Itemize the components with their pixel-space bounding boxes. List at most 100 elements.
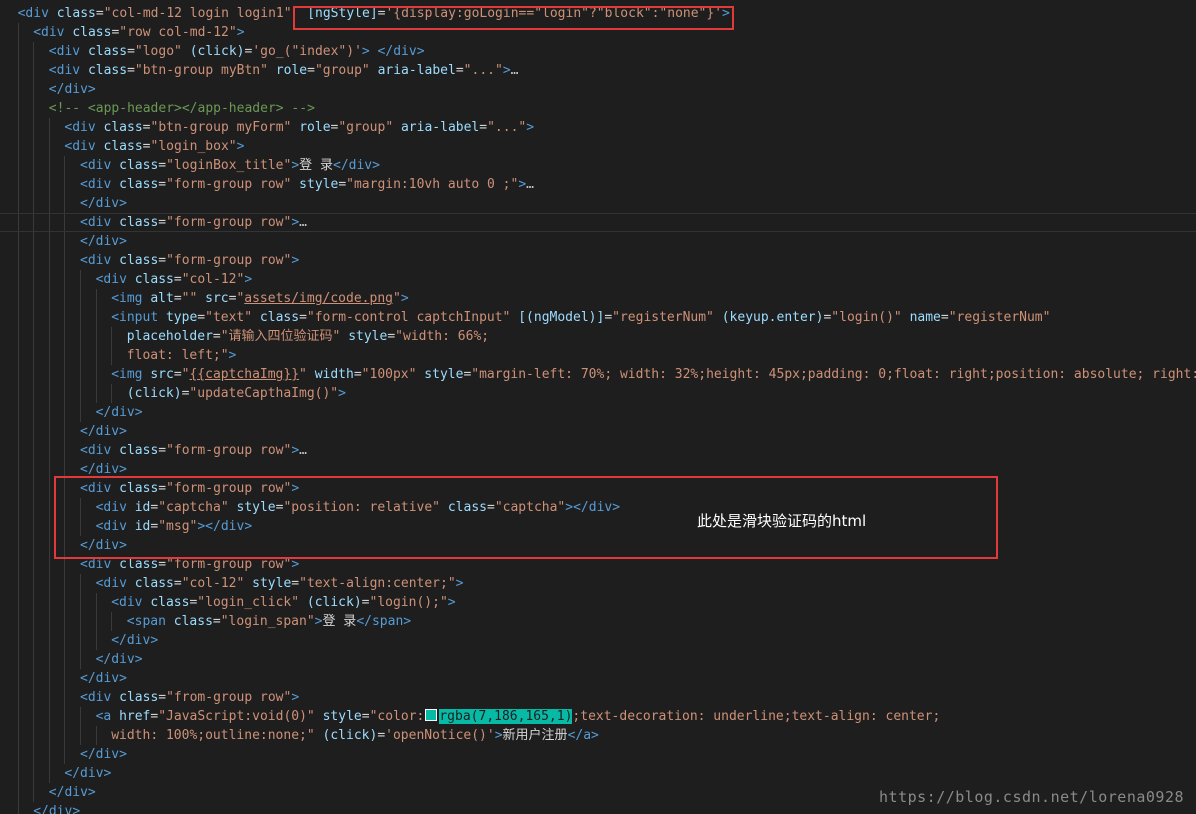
indent-guide [17, 612, 19, 631]
code-line[interactable]: <div class="col-12"> [0, 270, 1196, 289]
code-line[interactable]: </div> [0, 194, 1196, 213]
tag-token: <div [48, 63, 88, 78]
code-line[interactable]: <span class="login_span">登 录</span> [0, 612, 1196, 631]
code-line[interactable]: </div> [0, 422, 1196, 441]
tag-token: <div [95, 272, 135, 287]
indent-guide [48, 555, 50, 574]
string-token: "col-md-12 login login1" [103, 6, 292, 21]
indent-guide [64, 403, 66, 422]
indent-guide [64, 707, 66, 726]
indent-guide [95, 726, 97, 745]
code-line[interactable]: <input type="text" class="form-control c… [0, 308, 1196, 327]
code-line[interactable]: <div class="form-group row"> [0, 251, 1196, 270]
code-line[interactable]: <img alt="" src="assets/img/code.png"> [0, 289, 1196, 308]
code-line[interactable]: </div> [0, 403, 1196, 422]
fold-ellipsis-icon[interactable]: … [526, 177, 534, 192]
code-line[interactable]: float: left;"> [0, 346, 1196, 365]
string-token: "margin:10vh auto 0 ;" [346, 177, 519, 192]
string-token: "group" [338, 120, 394, 135]
fold-ellipsis-icon[interactable]: … [299, 443, 307, 458]
indent-guide [17, 137, 19, 156]
indent-guide [33, 498, 35, 517]
indent-guide [111, 327, 113, 346]
attribute-token: class [119, 253, 159, 268]
code-text: <div class="btn-group myForm" role="grou… [64, 118, 534, 137]
code-line[interactable]: <div class="btn-group myForm" role="grou… [0, 118, 1196, 137]
code-text: <span class="login_span">登 录</span> [127, 612, 411, 631]
string-token: "请输入四位验证码" [220, 329, 341, 344]
indent-guide [33, 631, 35, 650]
indent-guide [17, 61, 19, 80]
indent-guide [48, 384, 50, 403]
indent-guide [17, 118, 19, 137]
attribute-token: style [299, 177, 339, 192]
text-token: = [158, 215, 167, 230]
link-token[interactable]: assets/img/code.png [244, 291, 393, 306]
code-line[interactable]: </div> [0, 631, 1196, 650]
code-line[interactable]: <div class="form-group row">… [0, 213, 1196, 232]
code-line[interactable]: <div class="btn-group myBtn" role="group… [0, 61, 1196, 80]
code-line[interactable]: <img src="{{captchaImg}}" width="100px" … [0, 365, 1196, 384]
attribute-token: (click) [306, 595, 362, 610]
fold-ellipsis-icon[interactable]: … [511, 63, 519, 78]
color-swatch-icon[interactable] [425, 709, 438, 721]
indent-guide [33, 403, 35, 422]
code-line[interactable]: <div class="col-12" style="text-align:ce… [0, 574, 1196, 593]
code-line[interactable]: <div class="login_click" (click)="login(… [0, 593, 1196, 612]
code-line[interactable]: </div> [0, 669, 1196, 688]
code-line[interactable]: <div class="login_box"> [0, 137, 1196, 156]
tag-token: > [455, 576, 464, 591]
indent-guide [80, 726, 81, 745]
code-line[interactable]: </div> [0, 80, 1196, 99]
tag-token: > [291, 690, 300, 705]
indent-guide [17, 460, 19, 479]
string-token: "form-group row" [166, 253, 292, 268]
attribute-token: width [314, 367, 354, 382]
indent-guide [33, 593, 35, 612]
indent-guide [48, 270, 50, 289]
code-line[interactable]: <div class="from-group row"> [0, 688, 1196, 707]
indent-guide [95, 612, 97, 631]
code-text: <div class="form-group row">… [80, 214, 307, 231]
indent-guide [64, 308, 66, 327]
tag-token: <img [111, 291, 151, 306]
indent-guide [33, 764, 35, 783]
code-line[interactable]: </div> [0, 232, 1196, 251]
indent-guide [33, 61, 35, 80]
indent-guide [33, 555, 35, 574]
code-line[interactable]: <div class="form-group row">… [0, 441, 1196, 460]
string-token: "login_box" [150, 139, 237, 154]
code-line[interactable]: <a href="JavaScript:void(0)" style="colo… [0, 707, 1196, 726]
code-line[interactable]: (click)="updateCapthaImg()"> [0, 384, 1196, 403]
link-token[interactable]: {{captchaImg}} [189, 367, 299, 382]
tag-token: </div> [333, 158, 380, 173]
text-token: = [307, 63, 315, 78]
code-line[interactable]: placeholder="请输入四位验证码" style="width: 66%… [0, 327, 1196, 346]
indent-guide [48, 137, 50, 156]
code-line[interactable]: <div class="form-group row" style="margi… [0, 175, 1196, 194]
code-line[interactable]: </div> [0, 650, 1196, 669]
attribute-token: role [299, 120, 331, 135]
code-line[interactable]: <!-- <app-header></app-header> --> [0, 99, 1196, 118]
tag-token: </div> [95, 405, 143, 420]
code-area[interactable]: <div class="col-md-12 login login1" [ngS… [0, 4, 1196, 814]
indent-guide [33, 137, 35, 156]
code-line[interactable]: </div> [0, 764, 1196, 783]
attribute-token: type [165, 310, 198, 325]
code-line[interactable]: width: 100%;outline:none;" (click)='open… [0, 726, 1196, 745]
indent-guide [64, 422, 66, 441]
attribute-token: (click) [126, 386, 182, 401]
code-line[interactable]: </div> [0, 745, 1196, 764]
indent-guide [64, 270, 66, 289]
attribute-token: style [424, 367, 464, 382]
code-line[interactable]: <div class="loginBox_title">登 录</div> [0, 156, 1196, 175]
code-text: </div> [96, 403, 143, 422]
code-line[interactable]: <div class="logo" (click)='go_("index")'… [0, 42, 1196, 61]
code-editor[interactable]: <div class="col-md-12 login login1" [ngS… [0, 0, 1196, 814]
code-text: <div class="col-12" style="text-align:ce… [96, 574, 464, 593]
attribute-token: class [87, 63, 128, 78]
tag-token: > [291, 443, 300, 458]
tag-token: > [518, 177, 527, 192]
fold-ellipsis-icon[interactable]: … [299, 215, 307, 230]
